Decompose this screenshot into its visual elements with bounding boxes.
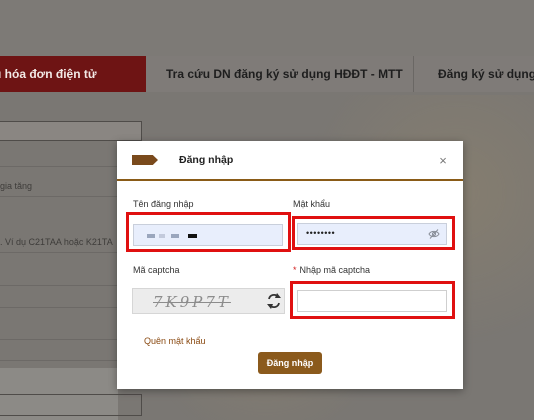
tab-registered-enterprise-lookup[interactable]: Tra cứu DN đăng ký sử dụng HĐĐT - MTT bbox=[166, 56, 403, 92]
highlight-box bbox=[292, 216, 455, 250]
tab-registration[interactable]: Đăng ký sử dụng h bbox=[438, 56, 534, 92]
tab-bar: u hóa đơn điện tử Tra cứu DN đăng ký sử … bbox=[0, 56, 534, 92]
tab-label: Tra cứu DN đăng ký sử dụng HĐĐT - MTT bbox=[166, 67, 403, 81]
login-button[interactable]: Đăng nhập bbox=[258, 352, 322, 374]
bg-input-field[interactable] bbox=[0, 394, 142, 416]
arrow-tag-icon bbox=[132, 155, 158, 165]
forgot-password-link[interactable]: Quên mật khẩu bbox=[144, 336, 206, 346]
bg-input-field[interactable] bbox=[0, 121, 142, 141]
required-mark: * bbox=[293, 265, 297, 275]
captcha-label: Mã captcha bbox=[133, 265, 180, 275]
modal-header: Đăng nhập × bbox=[117, 141, 463, 181]
tab-invoice-lookup[interactable]: u hóa đơn điện tử bbox=[0, 56, 146, 92]
bg-field-hint: gia tăng bbox=[0, 181, 33, 191]
modal-title: Đăng nhập bbox=[179, 154, 234, 166]
tab-label: Đăng ký sử dụng h bbox=[438, 67, 534, 81]
captcha-image: 7K9P7T bbox=[132, 288, 285, 314]
login-modal: Đăng nhập × Tên đăng nhập Mật khẩu •••••… bbox=[117, 141, 463, 389]
highlight-box bbox=[126, 212, 291, 252]
top-header bbox=[0, 0, 534, 56]
tab-divider bbox=[413, 56, 414, 92]
refresh-icon[interactable] bbox=[265, 290, 283, 312]
password-label: Mật khẩu bbox=[293, 199, 331, 209]
highlight-box bbox=[290, 281, 455, 319]
bg-field-hint: . Ví dụ C21TAA hoặc K21TA bbox=[0, 237, 113, 247]
captcha-input-label-text: Nhập mã captcha bbox=[299, 265, 371, 275]
tab-label: u hóa đơn điện tử bbox=[0, 67, 97, 81]
close-icon[interactable]: × bbox=[436, 154, 450, 168]
captcha-code: 7K9P7T bbox=[153, 293, 231, 311]
username-label: Tên đăng nhập bbox=[133, 199, 194, 209]
captcha-input-label: * Nhập mã captcha bbox=[293, 265, 370, 275]
